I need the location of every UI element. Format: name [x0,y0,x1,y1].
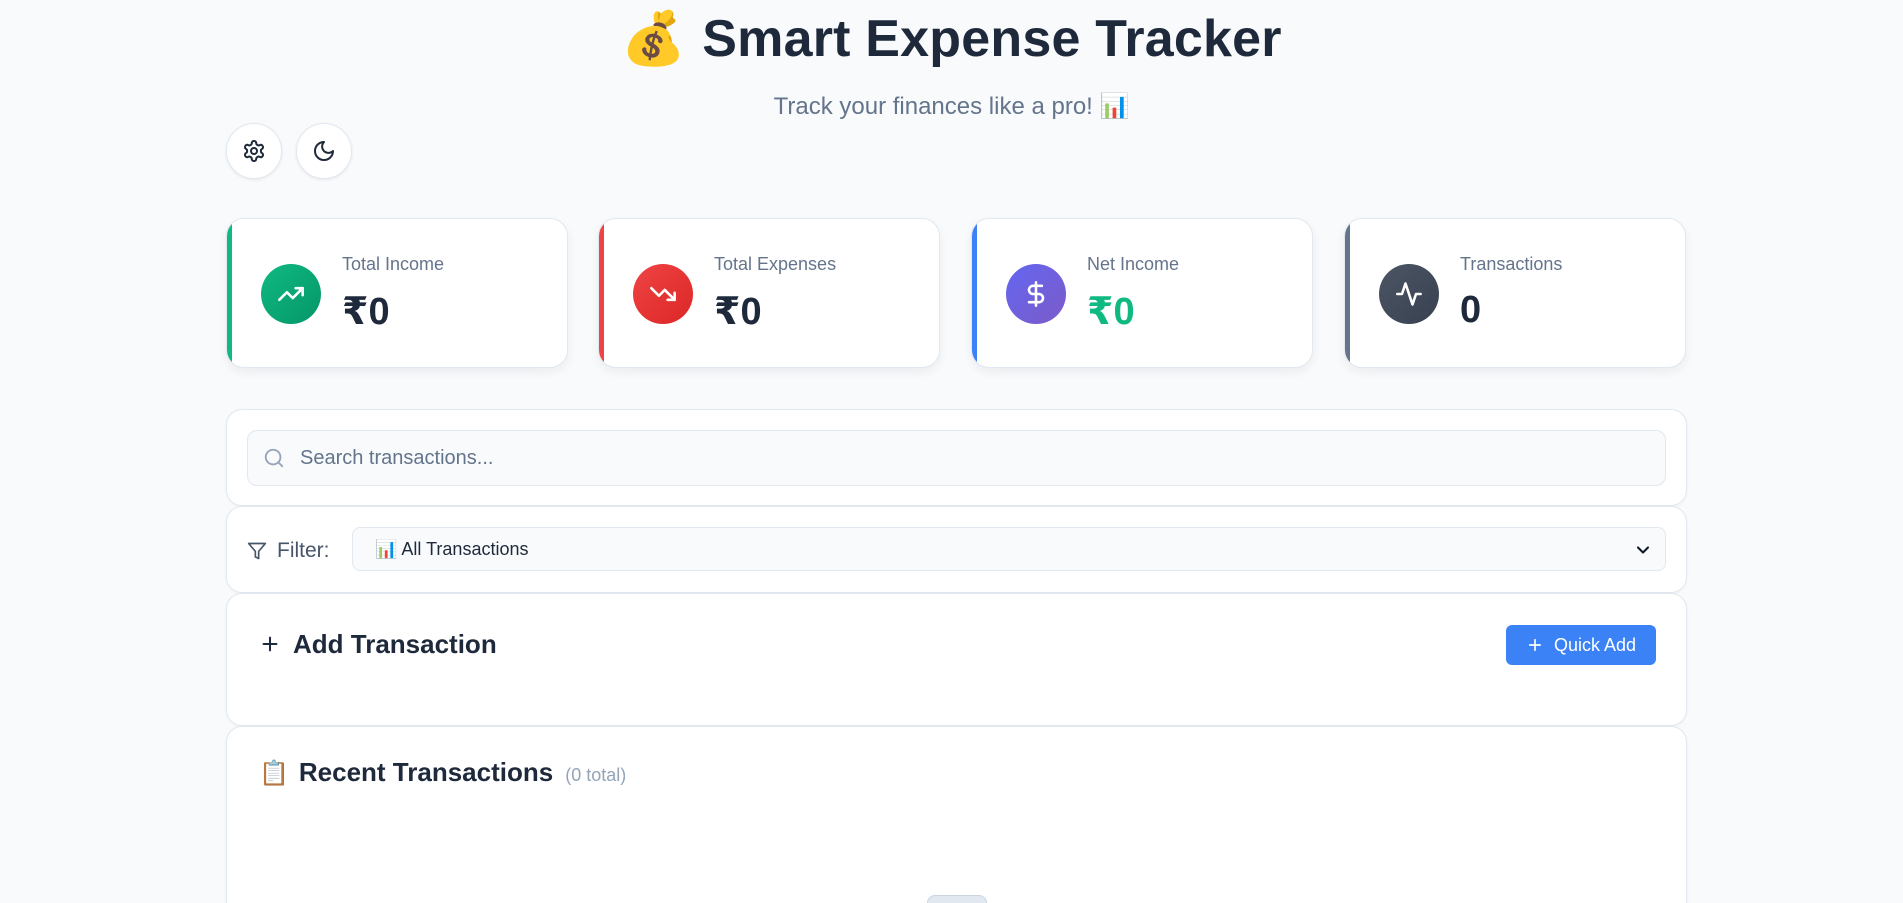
recent-transactions-panel: 📋 Recent Transactions (0 total) [226,726,1687,903]
stat-value: ₹0 [1087,291,1135,333]
stat-label: Net Income [1087,254,1180,274]
add-transaction-title: Add Transaction [293,628,497,659]
activity-icon [1396,282,1422,306]
search-panel [226,409,1687,506]
dollar-icon [1027,281,1045,307]
stat-value: ₹0 [714,291,762,333]
app-root: 💰 Smart Expense Tracker Track your financ… [0,0,1903,903]
add-transaction-panel: Add Transaction Quick Add [226,593,1687,726]
add-transaction-heading: Add Transaction [259,594,497,694]
trending-up-icon [278,286,304,302]
net-icon-circle [1006,264,1066,324]
card-accent [1345,219,1350,367]
gear-icon [244,140,264,162]
recent-transactions-title: Recent Transactions [298,757,554,787]
plus-icon [262,636,278,652]
search-icon-wrap [248,447,300,469]
page-subtitle: Track your finances like a pro! 📊 [773,93,1130,120]
moon-icon [314,141,334,161]
trending-down-icon [650,286,676,302]
stat-label: Total Expenses [714,254,837,274]
settings-button[interactable] [226,123,282,179]
clipboard-emoji: 📋 [259,760,289,787]
card-accent [599,219,604,367]
money-bag-emoji: 💰 [621,10,687,68]
stat-label: Total Income [342,254,445,274]
search-icon [264,448,284,468]
card-accent [972,219,977,367]
quick-add-button[interactable]: Quick Add [1506,625,1656,665]
activity-icon-circle [1379,264,1439,324]
filter-label-group: Filter: [247,507,330,594]
page-title: 💰 Smart Expense Tracker [0,8,1903,69]
search-input[interactable] [300,446,1665,470]
filter-label: Filter: [277,538,330,562]
recent-transactions-count: (0 total) [565,765,627,785]
total-expenses-card: Total Expenses ₹0 [598,218,940,368]
filter-panel: Filter: 📊 All Transactions [226,506,1687,593]
net-income-card: Net Income ₹0 [971,218,1313,368]
chevron-down-icon [1636,546,1650,554]
quick-add-label: Quick Add [1553,634,1637,655]
filter-icon [247,542,267,559]
total-income-card: Total Income ₹0 [226,218,568,368]
theme-toggle-button[interactable] [296,123,352,179]
card-accent [227,219,232,367]
page-title-text: Smart Expense Tracker [702,10,1282,68]
search-box [247,430,1666,486]
empty-state-icon [927,895,987,903]
transactions-card: Transactions 0 [1344,218,1686,368]
recent-transactions-heading: 📋 Recent Transactions (0 total) [259,757,626,788]
plus-icon [1528,638,1542,652]
expense-icon-circle [633,264,693,324]
income-icon-circle [261,264,321,324]
stat-value: ₹0 [342,291,390,333]
stat-value: 0 [1460,289,1482,331]
filter-selected-value: 📊 All Transactions [375,538,529,559]
stat-label: Transactions [1460,254,1563,274]
filter-select[interactable]: 📊 All Transactions [352,527,1666,571]
